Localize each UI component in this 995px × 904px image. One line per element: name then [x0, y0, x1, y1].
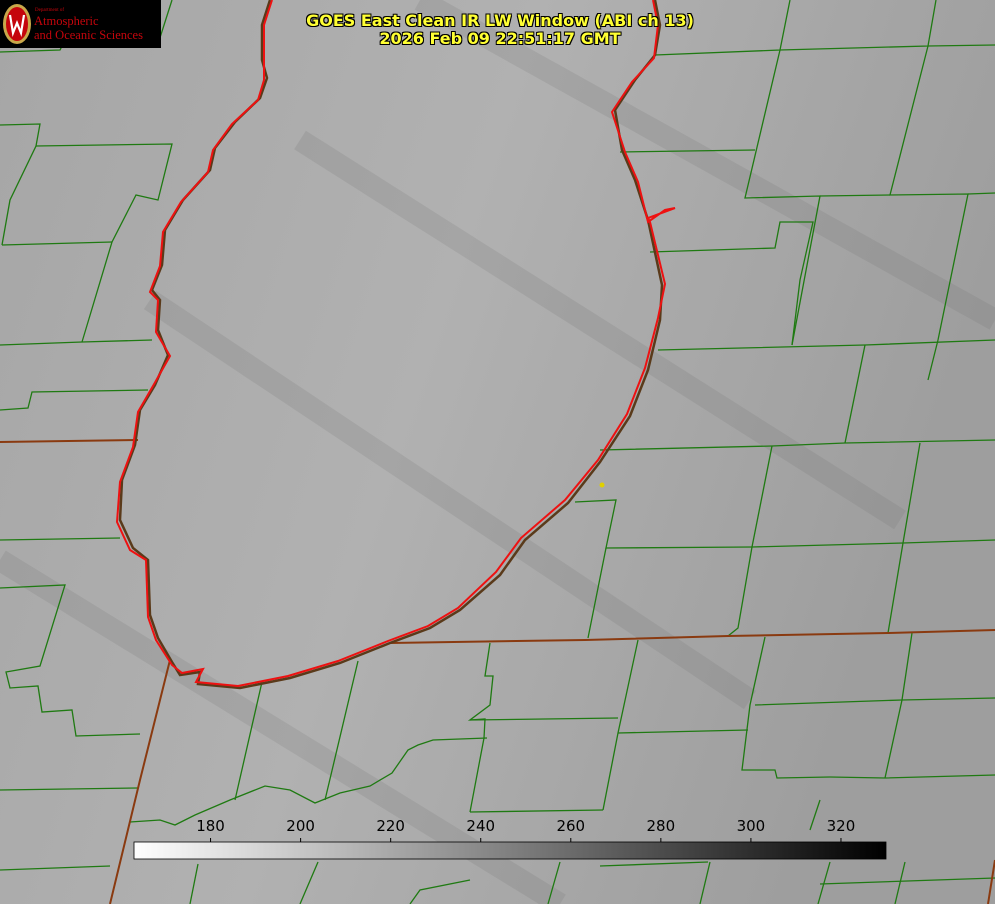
colorbar-tick-label: 220: [376, 817, 405, 835]
station-marker: [599, 482, 605, 488]
colorbar-tick-label: 300: [737, 817, 766, 835]
colorbar-tick-label: 180: [196, 817, 225, 835]
logo-line2-text: and Oceanic Sciences: [34, 28, 143, 42]
logo-dept-text: Department of: [35, 8, 65, 13]
logo-line1-text: Atmospheric: [34, 14, 99, 28]
image-title: GOES East Clean IR LW Window (ABI ch 13)…: [220, 12, 780, 48]
colorbar-tick-label: 280: [647, 817, 676, 835]
uw-crest-icon: [3, 4, 31, 44]
colorbar-gradient: [133, 841, 887, 860]
colorbar-tick-label: 320: [827, 817, 856, 835]
title-timestamp: 2026 Feb 09 22:51:17 GMT: [379, 29, 621, 48]
ir-background: [0, 0, 995, 904]
title-product: GOES East Clean IR LW Window (ABI ch 13): [306, 11, 694, 30]
colorbar-tick-label: 240: [466, 817, 495, 835]
uw-aos-logo: Department of Atmospheric and Oceanic Sc…: [0, 0, 161, 48]
satellite-map: 180 200 220 240 260 280 300 320: [0, 0, 995, 904]
colorbar-tick-label: 200: [286, 817, 315, 835]
colorbar-tick-label: 260: [556, 817, 585, 835]
